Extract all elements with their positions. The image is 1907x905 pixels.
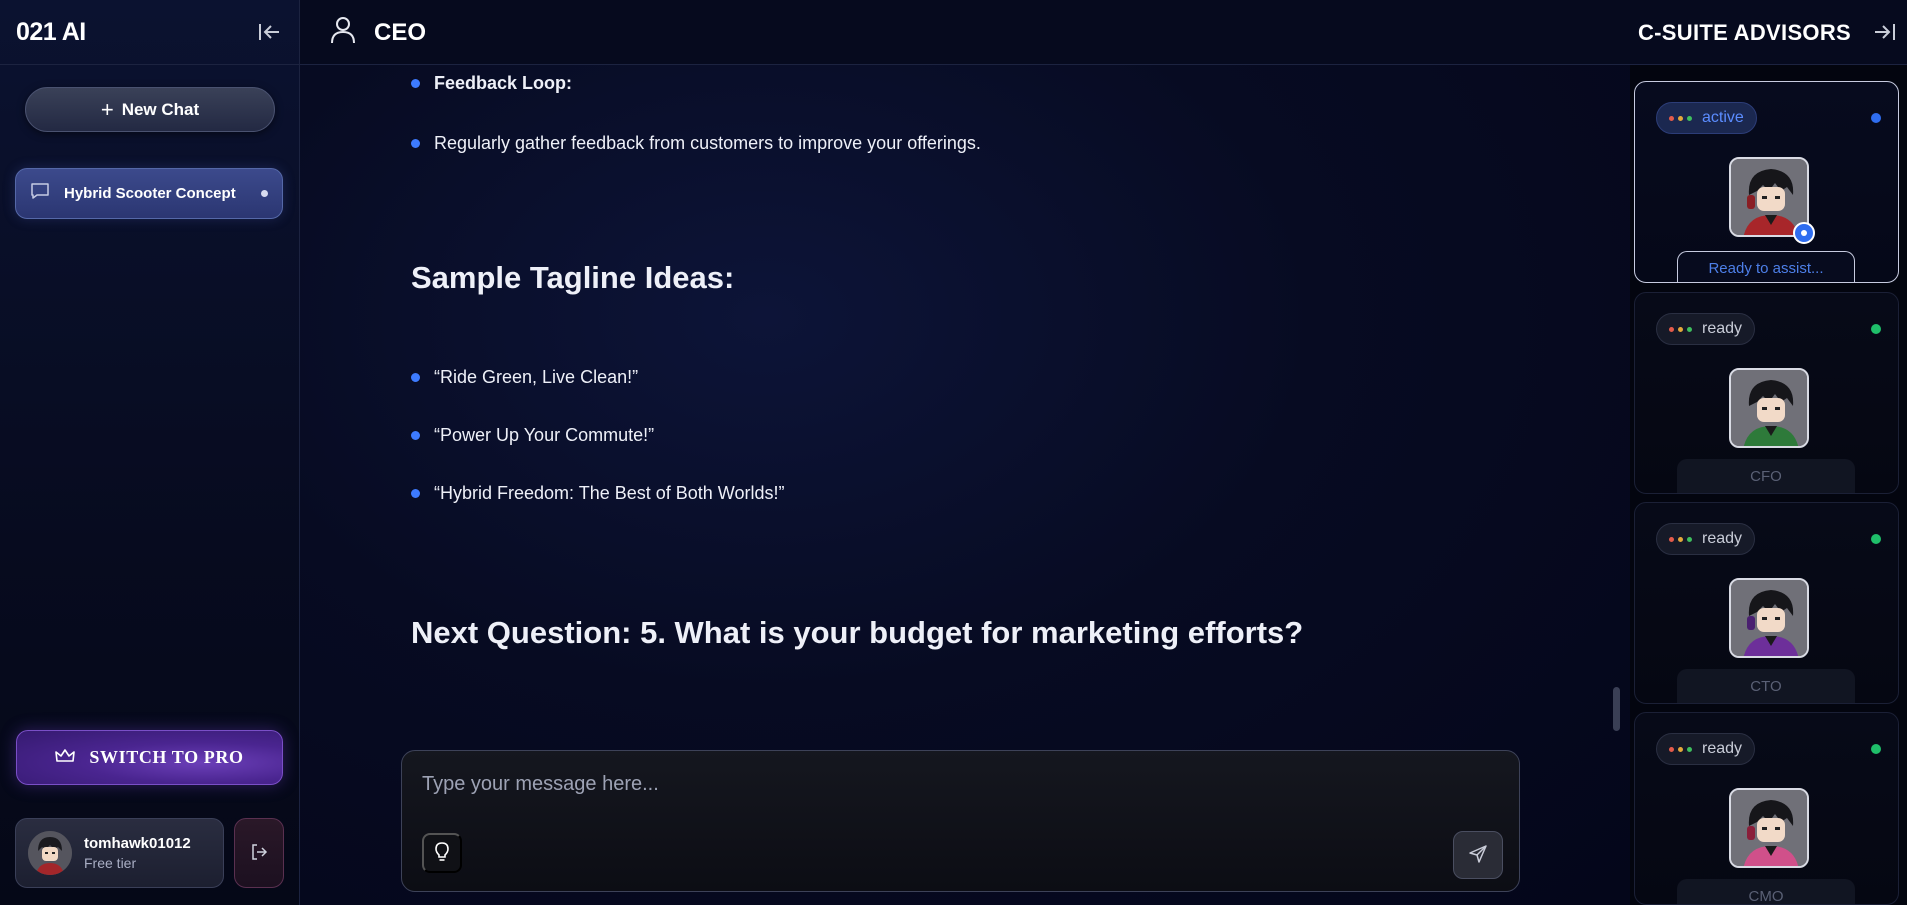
switch-to-pro-button[interactable]: SWITCH TO PRO [16,730,283,785]
idea-button[interactable] [422,833,462,873]
status-dots-icon [1669,746,1692,752]
bullet [411,373,420,382]
advisor-card-cfo[interactable]: ready CFO [1634,292,1899,494]
bullet [411,139,420,148]
tagline-text: “Ride Green, Live Clean!” [434,367,639,387]
sidebar-item-chat[interactable]: Hybrid Scooter Concept [15,168,283,219]
chat-options-dot[interactable] [261,190,268,197]
status-dots-icon [1669,536,1692,542]
brand-logo: 021 AI [16,17,86,46]
sidebar: 021 AI + New Chat Hybrid Scooter Concept [0,0,300,905]
logout-button[interactable] [234,818,284,888]
message-composer [401,750,1520,892]
advisor-card-ceo[interactable]: active Ready to assist... [1634,81,1899,283]
bullet [411,79,420,88]
collapse-advisors-icon[interactable] [1871,18,1899,46]
active-badge-icon [1793,222,1815,244]
advisor-avatar [1729,788,1809,868]
status-indicator [1871,113,1881,123]
list-item: “Hybrid Freedom: The Best of Both Worlds… [411,483,1511,504]
status-label: active [1702,109,1744,126]
feedback-text: Regularly gather feedback from customers… [434,133,981,153]
message-block: Feedback Loop: [411,73,1511,94]
list-item: “Power Up Your Commute!” [411,425,1511,446]
advisor-card-cmo[interactable]: ready CMO [1634,712,1899,905]
advisors-panel: active Ready to assist... ready CFO read… [1630,65,1907,905]
status-badge: active [1656,102,1757,134]
plus-icon: + [100,96,114,122]
collapse-sidebar-icon[interactable] [255,18,283,46]
lightbulb-icon [434,841,450,865]
chat-area: Feedback Loop: Regularly gather feedback… [300,65,1630,905]
advisor-role-label: CFO [1677,459,1855,493]
list-item: “Ride Green, Live Clean!” [411,367,1511,388]
advisor-card-cto[interactable]: ready CTO [1634,502,1899,704]
new-chat-button[interactable]: + New Chat [25,87,275,132]
tagline-text: “Power Up Your Commute!” [434,425,655,445]
advisor-role-label: CTO [1677,669,1855,703]
advisor-avatar [1729,578,1809,658]
status-indicator [1871,324,1881,334]
next-question: Next Question: 5. What is your budget fo… [411,615,1304,650]
message-block: Regularly gather feedback from customers… [411,133,1511,154]
advisor-role-label: Ready to assist... [1677,251,1855,282]
advisor-avatar [1729,368,1809,448]
status-dots-icon [1669,326,1692,332]
bullet [411,431,420,440]
tagline-text: “Hybrid Freedom: The Best of Both Worlds… [434,483,785,503]
user-tier: Free tier [84,855,137,871]
bullet [411,489,420,498]
sidebar-header: 021 AI [0,0,299,65]
status-indicator [1871,534,1881,544]
list-item: Regularly gather feedback from customers… [411,133,1511,154]
new-chat-label: New Chat [121,99,200,119]
send-button[interactable] [1453,831,1503,879]
list-item: Feedback Loop: [411,73,1511,94]
chat-item-label: Hybrid Scooter Concept [64,185,236,202]
user-profile-card[interactable]: tomhawk01012 Free tier [15,818,224,888]
user-icon [330,16,356,49]
logout-icon [250,843,268,864]
message-input[interactable] [422,769,1492,799]
send-icon [1468,844,1488,867]
status-badge: ready [1656,733,1756,765]
pro-label: SWITCH TO PRO [89,747,244,767]
advisors-title: C-SUITE ADVISORS [1637,20,1851,45]
status-label: ready [1702,530,1743,547]
scrollbar-thumb[interactable] [1613,687,1620,731]
status-label: ready [1702,740,1743,757]
advisor-role-label: CMO [1677,879,1855,904]
tagline-heading: Sample Tagline Ideas: [411,260,735,295]
feedback-title: Feedback Loop: [434,73,573,93]
status-badge: ready [1656,523,1756,555]
persona-title: CEO [374,18,427,46]
chat-bubble-icon [30,182,50,205]
avatar [28,831,72,875]
status-dots-icon [1669,115,1692,121]
top-header: CEO C-SUITE ADVISORS [300,0,1907,65]
status-label: ready [1702,320,1743,337]
persona-selector[interactable]: CEO [330,0,426,65]
status-badge: ready [1656,313,1756,345]
username: tomhawk01012 [84,835,191,852]
tagline-list: “Ride Green, Live Clean!” “Power Up Your… [411,367,1511,504]
status-indicator [1871,744,1881,754]
crown-icon [55,747,76,768]
